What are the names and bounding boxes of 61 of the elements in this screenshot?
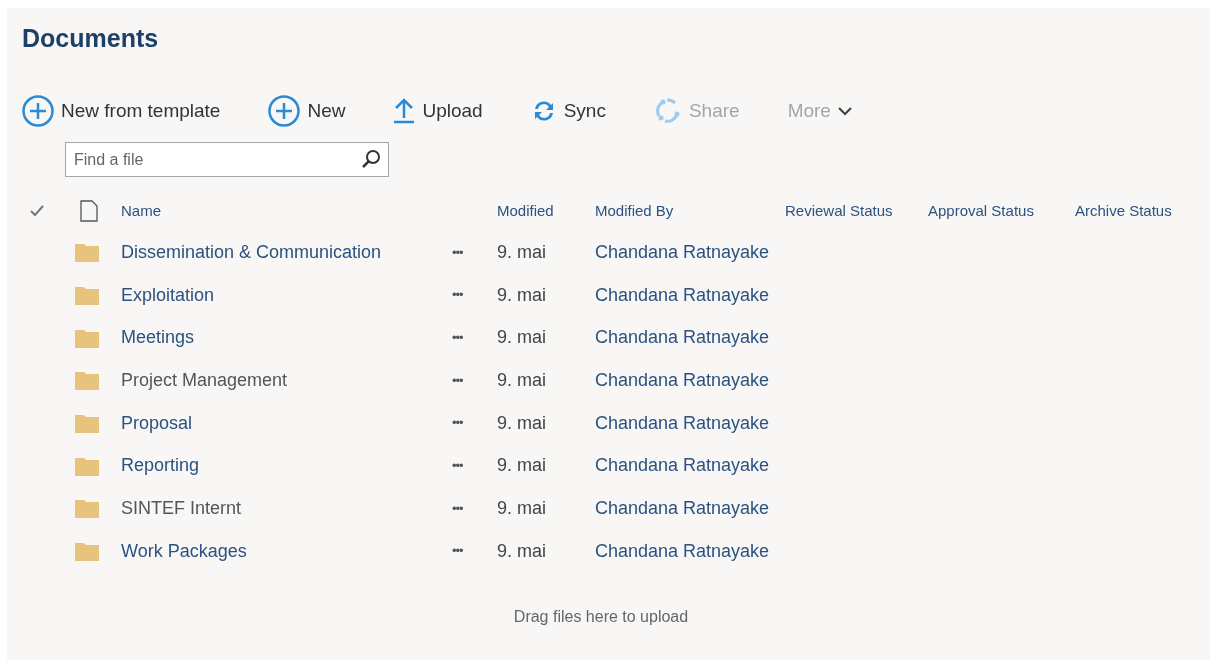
folder-link[interactable]: Project Management xyxy=(121,366,288,394)
folder-link[interactable]: Dissemination & Communication xyxy=(121,238,382,266)
add-icon xyxy=(268,95,301,127)
user-link[interactable]: Chandana Ratnayake xyxy=(595,452,770,480)
column-header[interactable]: Modified xyxy=(497,199,595,223)
checkmark-icon[interactable] xyxy=(30,205,44,217)
chevron-down-icon xyxy=(837,106,852,116)
user-link[interactable]: Chandana Ratnayake xyxy=(595,537,770,565)
column-header[interactable]: Name xyxy=(121,199,452,223)
more-actions-button[interactable]: ••• xyxy=(452,242,463,263)
user-link[interactable]: Chandana Ratnayake xyxy=(595,324,770,352)
user-link[interactable]: Chandana Ratnayake xyxy=(595,366,770,394)
folder-link[interactable]: Proposal xyxy=(121,409,193,437)
more-actions-button[interactable]: ••• xyxy=(452,498,463,519)
more-actions-button[interactable]: ••• xyxy=(452,413,463,433)
user-link[interactable]: Chandana Ratnayake xyxy=(595,238,770,266)
modified-date: 9. mai xyxy=(497,496,547,520)
search-icon xyxy=(361,149,381,169)
folder-icon xyxy=(75,242,99,263)
upload-icon xyxy=(393,98,416,124)
folder-icon xyxy=(75,455,99,476)
user-link[interactable]: Chandana Ratnayake xyxy=(595,409,770,437)
toolbar-button[interactable]: New from template xyxy=(22,95,221,127)
toolbar-button[interactable]: Upload xyxy=(393,96,483,126)
modified-date: 9. mai xyxy=(497,240,547,264)
modified-date: 9. mai xyxy=(497,539,547,563)
more-actions-button[interactable]: ••• xyxy=(452,456,463,476)
search-field[interactable]: Find a file xyxy=(65,142,389,177)
toolbar-button[interactable]: New xyxy=(268,95,346,127)
drag-hint: Drag files here to upload xyxy=(513,606,689,627)
page-title: Documents xyxy=(22,23,160,54)
folder-link[interactable]: Meetings xyxy=(121,324,195,352)
folder-icon xyxy=(75,413,99,434)
modified-date: 9. mai xyxy=(497,454,547,478)
more-actions-button[interactable]: ••• xyxy=(452,541,463,561)
folder-link[interactable]: SINTEF Internt xyxy=(121,494,242,522)
document-icon xyxy=(80,200,98,222)
folder-icon xyxy=(75,370,99,391)
add-icon xyxy=(22,95,54,127)
more-actions-button[interactable]: ••• xyxy=(452,370,463,391)
column-header[interactable]: Approval Status xyxy=(928,199,1075,223)
folder-icon xyxy=(75,327,99,348)
user-link[interactable]: Chandana Ratnayake xyxy=(595,494,770,522)
modified-date: 9. mai xyxy=(497,283,547,307)
modified-date: 9. mai xyxy=(497,368,547,392)
share-icon xyxy=(653,97,682,125)
more-actions-button[interactable]: ••• xyxy=(452,285,463,305)
modified-date: 9. mai xyxy=(497,326,547,350)
folder-icon xyxy=(75,498,99,519)
more-actions-button[interactable]: ••• xyxy=(452,327,463,348)
column-header[interactable]: Modified By xyxy=(595,199,785,223)
user-link[interactable]: Chandana Ratnayake xyxy=(595,281,770,309)
folder-icon xyxy=(75,541,99,562)
toolbar-button[interactable]: Sync xyxy=(530,96,606,126)
modified-date: 9. mai xyxy=(497,411,547,435)
folder-link[interactable]: Exploitation xyxy=(121,281,215,309)
folder-icon xyxy=(75,285,99,306)
folder-link[interactable]: Reporting xyxy=(121,452,200,480)
folder-link[interactable]: Work Packages xyxy=(121,537,247,565)
column-header[interactable]: Reviewal Status xyxy=(785,199,928,223)
column-header[interactable]: Archive Status xyxy=(1075,199,1211,223)
